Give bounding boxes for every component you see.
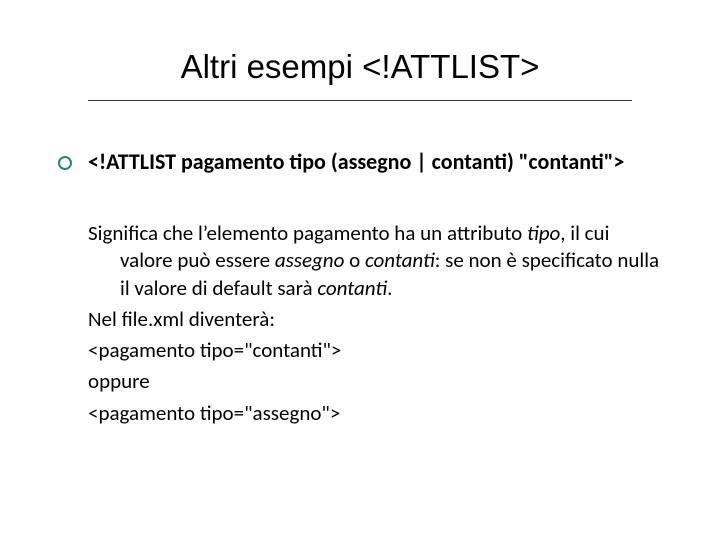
- body-text: Significa che l’elemento pagamento ha un…: [88, 220, 660, 431]
- italic-contanti-2: contanti: [317, 275, 387, 301]
- slide: Altri esempi <!ATTLIST> <!ATTLIST pagame…: [0, 0, 720, 540]
- text: o: [344, 247, 365, 273]
- italic-assegno: assegno: [275, 247, 345, 273]
- text: Significa che l’elemento pagamento ha un…: [88, 220, 527, 246]
- attlist-code: <!ATTLIST pagamento tipo (assegno | cont…: [88, 148, 624, 175]
- italic-contanti: contanti: [365, 247, 435, 273]
- title-rule: [88, 100, 632, 101]
- bullet-icon: [58, 156, 72, 170]
- paragraph-1: Significa che l’elemento pagamento ha un…: [88, 220, 660, 302]
- italic-tipo: tipo: [527, 220, 560, 246]
- paragraph-2: Nel file.xml diventerà:: [88, 306, 660, 333]
- slide-title: Altri esempi <!ATTLIST>: [0, 48, 720, 94]
- title-block: Altri esempi <!ATTLIST>: [0, 48, 720, 101]
- text: .: [387, 275, 392, 301]
- paragraph-5: <pagamento tipo="assegno">: [88, 400, 660, 427]
- paragraph-4: oppure: [88, 368, 660, 395]
- paragraph-3: <pagamento tipo="contanti">: [88, 337, 660, 364]
